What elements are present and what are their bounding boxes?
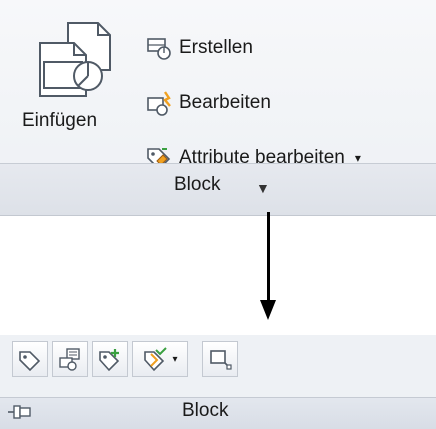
block-insert-icon [39, 22, 111, 97]
define-attribute-icon [19, 351, 41, 372]
chevron-down-icon[interactable]: ▾ [172, 354, 177, 365]
block-panel-icon [210, 350, 232, 370]
sync-attributes-icon [144, 347, 168, 372]
create-label: Erstellen [179, 37, 253, 58]
edit-attribute-button[interactable] [92, 341, 128, 377]
panel-title: Block [174, 174, 221, 195]
pin-icon[interactable] [6, 401, 34, 423]
edit-label: Bearbeiten [179, 92, 271, 113]
collapsed-panel-title: Block [182, 400, 229, 421]
block-panel-button[interactable] [202, 341, 238, 377]
sync-attributes-button[interactable]: ▾ [132, 341, 188, 377]
insert-button[interactable]: Einfügen [18, 18, 130, 148]
chevron-down-icon[interactable]: ▼ [256, 180, 270, 196]
transition-arrow [267, 212, 270, 304]
block-create-icon [147, 38, 171, 60]
block-edit-icon [147, 91, 171, 116]
attribute-display-button[interactable] [52, 341, 88, 377]
insert-label: Einfügen [22, 110, 98, 131]
define-attribute-button[interactable] [12, 341, 48, 377]
arrow-head-icon [260, 300, 276, 320]
edit-block-button[interactable]: Bearbeiten [145, 86, 271, 120]
collapsed-toolbar: ▾ [12, 339, 242, 379]
create-block-button[interactable]: Erstellen [145, 31, 253, 65]
edit-attribute-icon [99, 349, 120, 372]
attribute-display-icon [59, 348, 80, 371]
